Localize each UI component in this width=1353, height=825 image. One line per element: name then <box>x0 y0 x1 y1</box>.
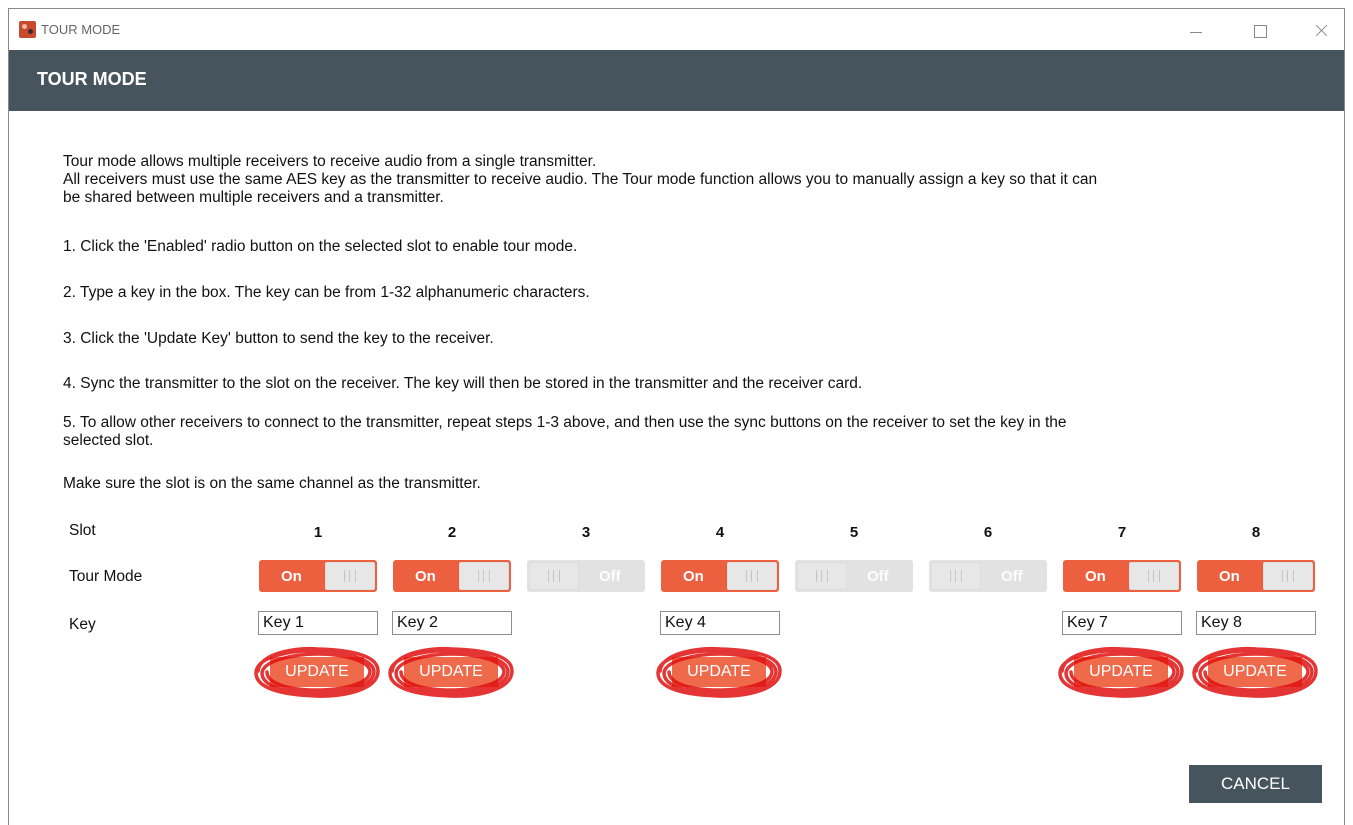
update-button-wrapper: UPDATE <box>380 641 520 701</box>
slot-row-label: Slot <box>69 522 96 539</box>
toggle-knob[interactable] <box>325 562 375 590</box>
tour-mode-toggle-slot-8[interactable]: On <box>1197 560 1315 592</box>
toggle-knob[interactable] <box>727 562 777 590</box>
tour-mode-row-label: Tour Mode <box>69 568 143 585</box>
toggle-knob[interactable] <box>1263 562 1313 590</box>
window-title: TOUR MODE <box>41 22 121 37</box>
minimize-icon[interactable] <box>1181 17 1211 43</box>
grip-icon <box>746 570 758 582</box>
slot-number: 6 <box>983 524 993 541</box>
toggle-state-label: Off <box>599 568 621 585</box>
intro-line: All receivers must use the same AES key … <box>63 171 1098 188</box>
tour-mode-toggle-slot-4[interactable]: On <box>661 560 779 592</box>
update-button-wrapper: UPDATE <box>246 641 386 701</box>
cancel-button[interactable]: CANCEL <box>1189 765 1322 803</box>
update-button-wrapper: UPDATE <box>1184 641 1324 701</box>
toggle-knob[interactable] <box>797 562 847 590</box>
slot-number: 4 <box>715 524 725 541</box>
step-5-text: 5. To allow other receivers to connect t… <box>63 414 1333 450</box>
step-5-line: selected slot. <box>63 432 154 449</box>
tour-mode-toggle-slot-6[interactable]: Off <box>929 560 1047 592</box>
intro-line: Tour mode allows multiple receivers to r… <box>63 153 597 170</box>
page-header: TOUR MODE <box>9 50 1344 111</box>
key-input-slot-7[interactable] <box>1062 611 1182 635</box>
toggle-knob[interactable] <box>931 562 981 590</box>
update-button-wrapper: UPDATE <box>1050 641 1190 701</box>
tour-mode-toggle-slot-1[interactable]: On <box>259 560 377 592</box>
highlight-scribble <box>1192 646 1318 698</box>
update-button-wrapper: UPDATE <box>648 641 788 701</box>
description-intro: Tour mode allows multiple receivers to r… <box>63 153 1333 207</box>
page-title: TOUR MODE <box>37 69 147 89</box>
slot-number: 2 <box>447 524 457 541</box>
tour-mode-toggle-slot-2[interactable]: On <box>393 560 511 592</box>
slot-number: 5 <box>849 524 859 541</box>
toggle-state-label: Off <box>867 568 889 585</box>
channel-note: Make sure the slot is on the same channe… <box>63 475 481 492</box>
highlight-scribble <box>656 646 782 698</box>
intro-line: be shared between multiple receivers and… <box>63 189 444 206</box>
slot-number: 7 <box>1117 524 1127 541</box>
key-input-slot-8[interactable] <box>1196 611 1316 635</box>
toggle-state-label: On <box>1085 568 1106 585</box>
slot-number: 1 <box>313 524 323 541</box>
toggle-knob[interactable] <box>529 562 579 590</box>
key-input-slot-1[interactable] <box>258 611 378 635</box>
toggle-state-label: On <box>683 568 704 585</box>
highlight-scribble <box>388 646 514 698</box>
toggle-state-label: On <box>415 568 436 585</box>
slot-number: 3 <box>581 524 591 541</box>
key-input-slot-4[interactable] <box>660 611 780 635</box>
maximize-icon[interactable] <box>1245 17 1275 43</box>
toggle-state-label: Off <box>1001 568 1023 585</box>
grip-icon <box>1148 570 1160 582</box>
title-bar: TOUR MODE <box>9 9 1344 50</box>
step-5-line: 5. To allow other receivers to connect t… <box>63 414 1067 431</box>
key-row-label: Key <box>69 616 96 633</box>
grip-icon <box>816 570 828 582</box>
toggle-state-label: On <box>281 568 302 585</box>
grip-icon <box>478 570 490 582</box>
key-input-slot-2[interactable] <box>392 611 512 635</box>
grip-icon <box>950 570 962 582</box>
tour-mode-toggle-slot-3[interactable]: Off <box>527 560 645 592</box>
highlight-scribble <box>254 646 380 698</box>
tour-mode-window: TOUR MODE TOUR MODE Tour mode allows mul… <box>8 8 1345 825</box>
close-icon[interactable] <box>1306 17 1336 43</box>
step-1-text: 1. Click the 'Enabled' radio button on t… <box>63 238 578 255</box>
toggle-knob[interactable] <box>459 562 509 590</box>
grip-icon <box>1282 570 1294 582</box>
step-4-text: 4. Sync the transmitter to the slot on t… <box>63 375 863 392</box>
slot-number: 8 <box>1251 524 1261 541</box>
grip-icon <box>344 570 356 582</box>
toggle-state-label: On <box>1219 568 1240 585</box>
app-logo-icon <box>19 21 36 38</box>
highlight-scribble <box>1058 646 1184 698</box>
toggle-knob[interactable] <box>1129 562 1179 590</box>
grip-icon <box>548 570 560 582</box>
step-3-text: 3. Click the 'Update Key' button to send… <box>63 330 494 347</box>
tour-mode-toggle-slot-5[interactable]: Off <box>795 560 913 592</box>
step-2-text: 2. Type a key in the box. The key can be… <box>63 284 590 301</box>
tour-mode-toggle-slot-7[interactable]: On <box>1063 560 1181 592</box>
